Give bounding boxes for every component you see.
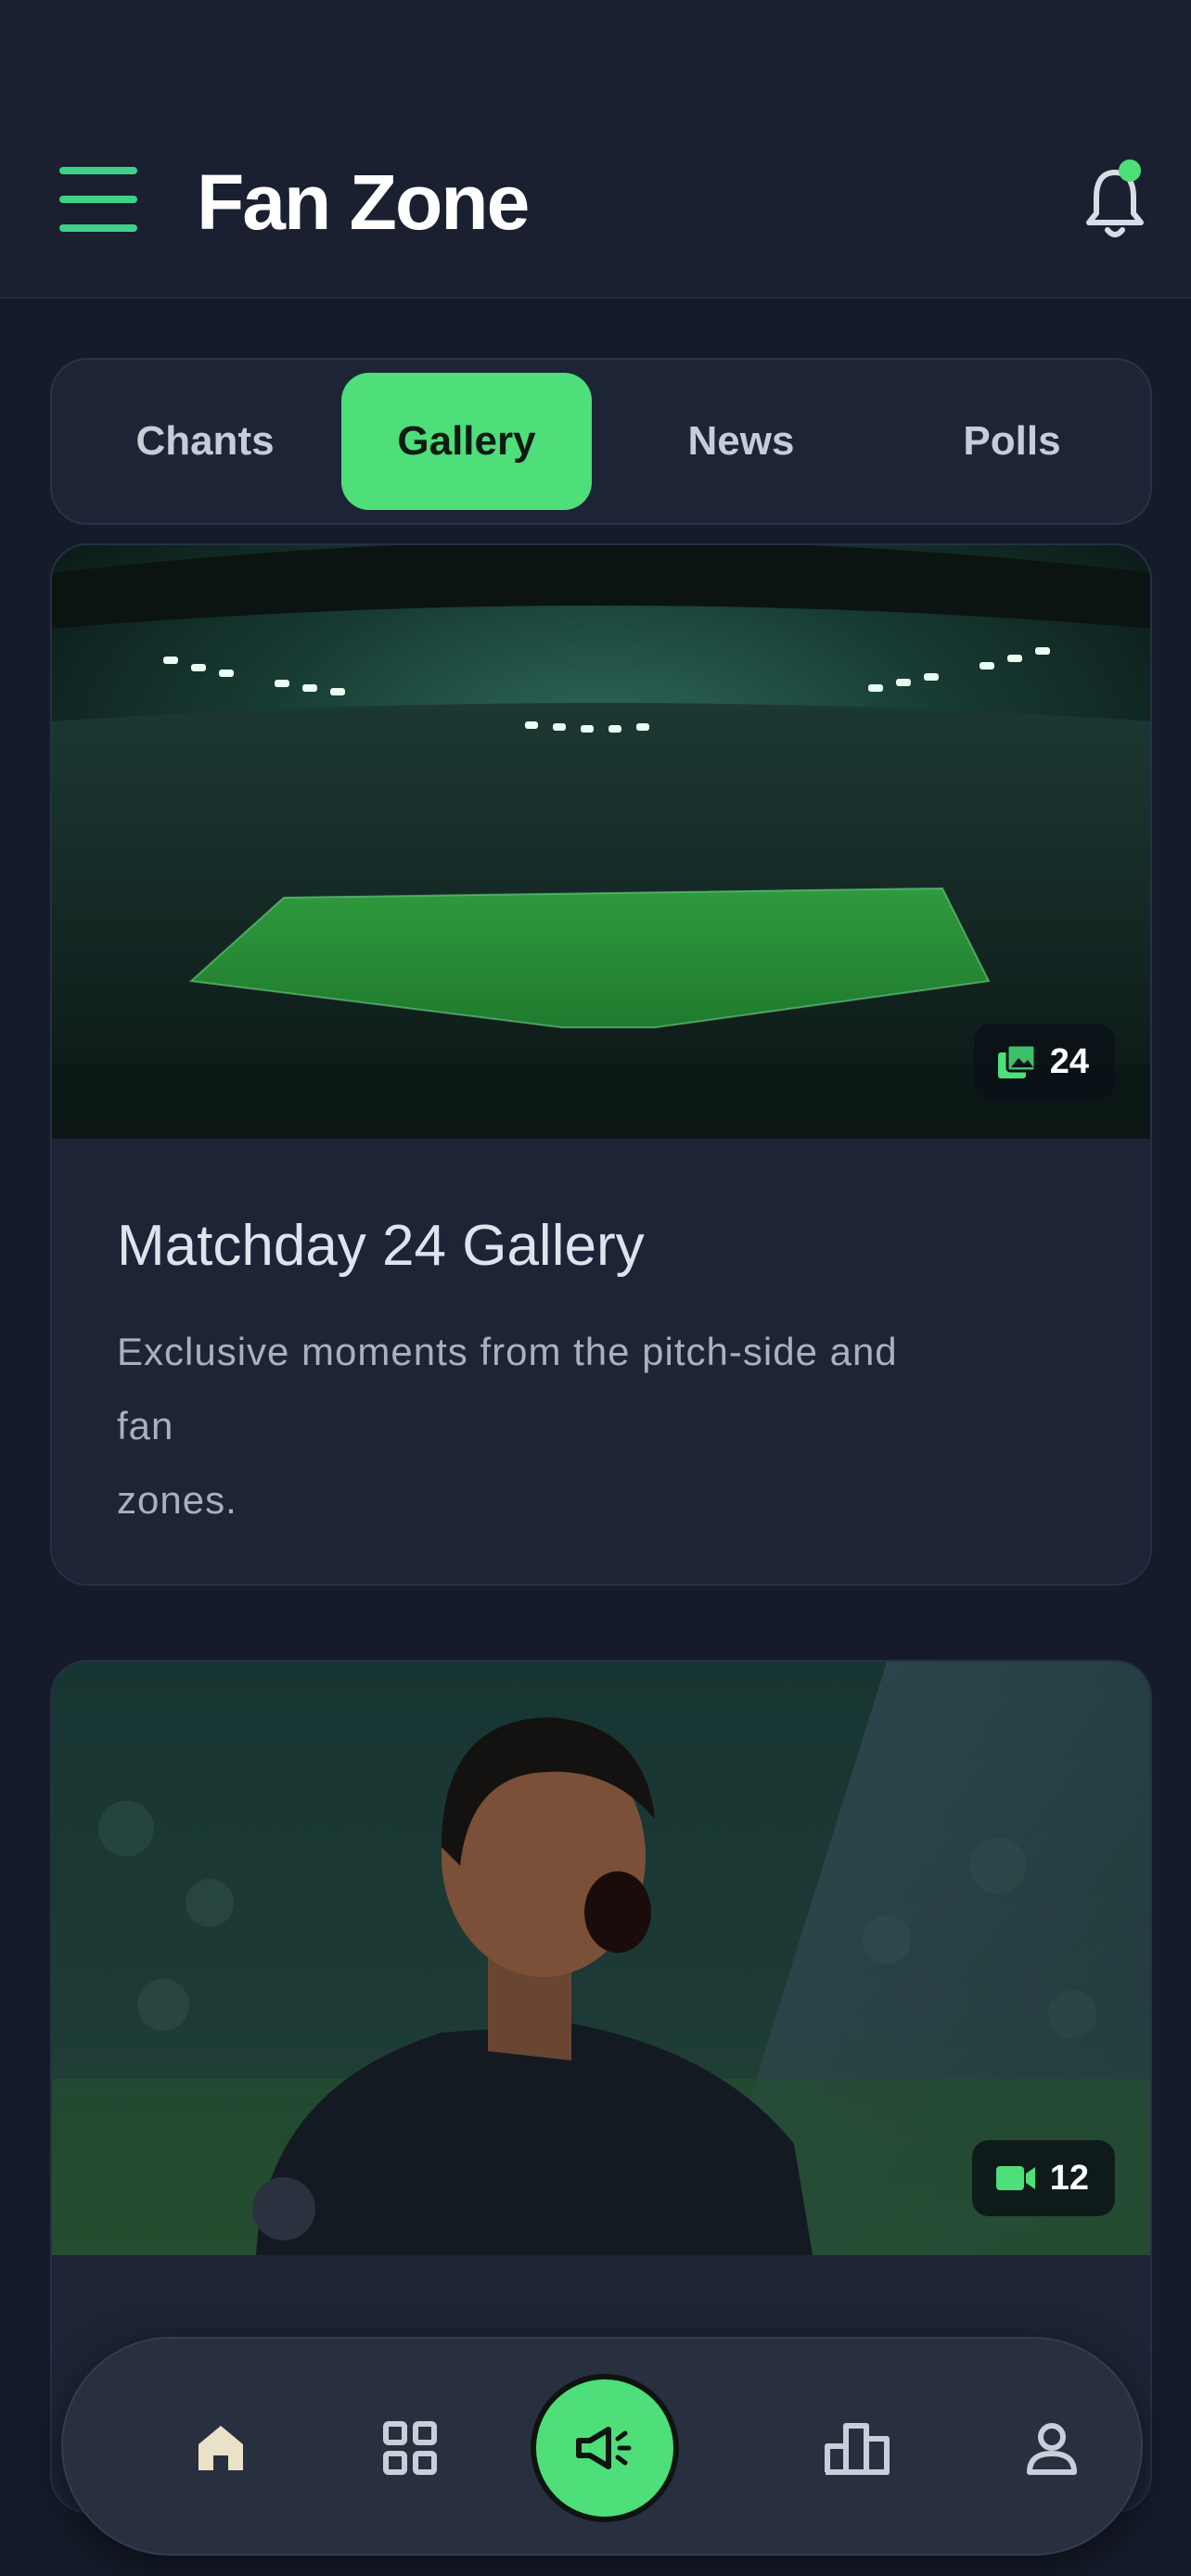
card-description-line: zones. — [117, 1478, 237, 1522]
photo-count: 24 — [1049, 1041, 1089, 1081]
status-bar — [0, 0, 1191, 121]
profile-icon — [1027, 2423, 1077, 2475]
leaderboard-icon — [825, 2423, 890, 2475]
megaphone-icon — [576, 2427, 632, 2469]
tab-bar: Chants Gallery News Polls — [50, 358, 1152, 525]
notification-dot — [1119, 159, 1141, 182]
video-count: 12 — [1049, 2158, 1089, 2198]
page-title: Fan Zone — [197, 159, 530, 246]
card-description: Exclusive moments from the pitch-side an… — [117, 1315, 1100, 1537]
nav-dashboard[interactable] — [354, 2392, 466, 2504]
app-header: Fan Zone — [0, 121, 1191, 299]
menu-icon-bar — [59, 196, 137, 203]
photo-stack-icon — [997, 1043, 1037, 1078]
nav-home[interactable] — [165, 2392, 276, 2504]
bell-icon — [1086, 159, 1144, 237]
bottom-nav — [61, 2337, 1143, 2556]
menu-icon — [59, 167, 137, 174]
nav-profile[interactable] — [996, 2392, 1108, 2504]
notifications-button[interactable] — [1082, 158, 1148, 243]
tab-chants[interactable]: Chants — [80, 373, 330, 510]
home-icon — [198, 2426, 243, 2470]
card-description-line: Exclusive moments from the pitch-side an… — [117, 1330, 898, 1373]
menu-icon-bar — [59, 224, 137, 232]
grid-icon — [383, 2421, 437, 2475]
photo-count-badge: 24 — [973, 1024, 1115, 1100]
player-image: 12 — [52, 1662, 1150, 2255]
video-count-badge: 12 — [971, 2140, 1115, 2216]
card-description-line: fan — [117, 1404, 174, 1447]
tab-polls[interactable]: Polls — [887, 373, 1137, 510]
video-camera-icon — [995, 2166, 1035, 2190]
gallery-card[interactable]: 24 Matchday 24 Gallery Exclusive moments… — [50, 543, 1152, 1586]
card-title: Matchday 24 Gallery — [117, 1214, 645, 1278]
tab-news[interactable]: News — [616, 373, 866, 510]
menu-button[interactable] — [59, 167, 137, 232]
nav-chants[interactable] — [531, 2374, 679, 2522]
stadium-image: 24 — [52, 545, 1150, 1139]
nav-standings[interactable] — [801, 2392, 913, 2504]
tab-gallery[interactable]: Gallery — [341, 373, 592, 510]
